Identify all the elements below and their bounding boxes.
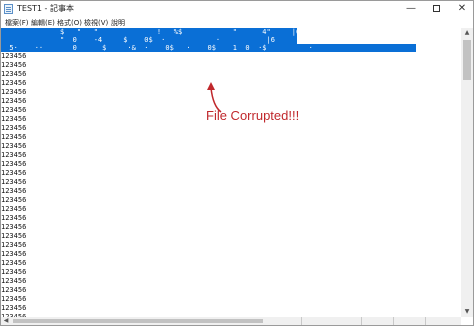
text-line: 123456 [1,304,27,312]
menu-format[interactable]: 格式(O) [57,18,82,28]
text-line: 123456 [1,133,27,141]
corrupted-line-3: 5· ·· 0 $ ·& · 0$ · 0$ 1 0 ·$ · [1,44,313,52]
horizontal-scroll-thumb[interactable] [13,319,263,323]
scroll-up-icon[interactable]: ▲ [461,28,473,38]
text-line: 123456 [1,142,27,150]
window-title: TEST1 - 記事本 [17,4,74,13]
scroll-down-icon[interactable]: ▼ [461,307,473,317]
arrow-head [207,82,215,90]
menu-edit[interactable]: 編輯(E) [31,18,55,28]
text-line: 123456 [1,187,27,195]
vertical-scroll-thumb[interactable] [463,40,471,80]
text-line: 123456 [1,286,27,294]
status-bar [301,317,461,325]
text-line: 123456 [1,178,27,186]
text-line: 123456 [1,277,27,285]
text-line: 123456 [1,295,27,303]
text-line: 123456 [1,61,27,69]
maximize-button[interactable] [424,1,448,17]
text-line: 123456 [1,259,27,267]
corrupted-line-1: $ " " ! %$ " 4" |6 [1,28,301,36]
text-line: 123456 [1,214,27,222]
text-line: 123456 [1,232,27,240]
text-line: 123456 [1,88,27,96]
notepad-window: TEST1 - 記事本 — ✕ 檔案(F) 編輯(E) 格式(O) 檢視(V) … [0,0,474,326]
vertical-scrollbar[interactable]: ▲ ▼ [461,28,473,317]
file-corrupted-annotation: File Corrupted!!! [206,108,300,123]
text-line: 123456 [1,124,27,132]
menu-file[interactable]: 檔案(F) [5,18,29,28]
status-segment-encoding [425,317,462,325]
text-line: 123456 [1,223,27,231]
menu-view[interactable]: 檢視(V) [84,18,108,28]
text-line: 123456 [1,106,27,114]
text-line: 123456 [1,250,27,258]
text-line: 123456 [1,70,27,78]
text-line: 123456 [1,205,27,213]
text-line: 123456 [1,160,27,168]
text-editor-area[interactable]: $ " " ! %$ " 4" |6 " 0 -4 $ 0$ · · |6 5·… [1,28,461,317]
maximize-icon [432,4,440,12]
status-segment-lineending [393,317,426,325]
status-segment-zoom [361,317,394,325]
notepad-icon [4,4,13,14]
text-line: 123456 [1,268,27,276]
text-line: 123456 [1,196,27,204]
text-line: 123456 [1,97,27,105]
corrupted-line-2: " 0 -4 $ 0$ · · |6 [1,36,275,44]
text-line: 123456 [1,79,27,87]
text-line: 123456 [1,151,27,159]
minimize-button[interactable]: — [399,1,423,17]
close-icon: ✕ [457,3,467,14]
scroll-left-icon[interactable]: ◀ [1,317,11,325]
text-line: 123456 [1,115,27,123]
title-bar: TEST1 - 記事本 — ✕ [1,1,473,17]
close-button[interactable]: ✕ [450,1,473,17]
text-line: 123456 [1,169,27,177]
status-segment-position [301,317,362,325]
text-line: 123456 [1,241,27,249]
text-line: 123456 [1,52,27,60]
menu-help[interactable]: 說明 [111,18,125,28]
minimize-icon: — [406,3,416,14]
